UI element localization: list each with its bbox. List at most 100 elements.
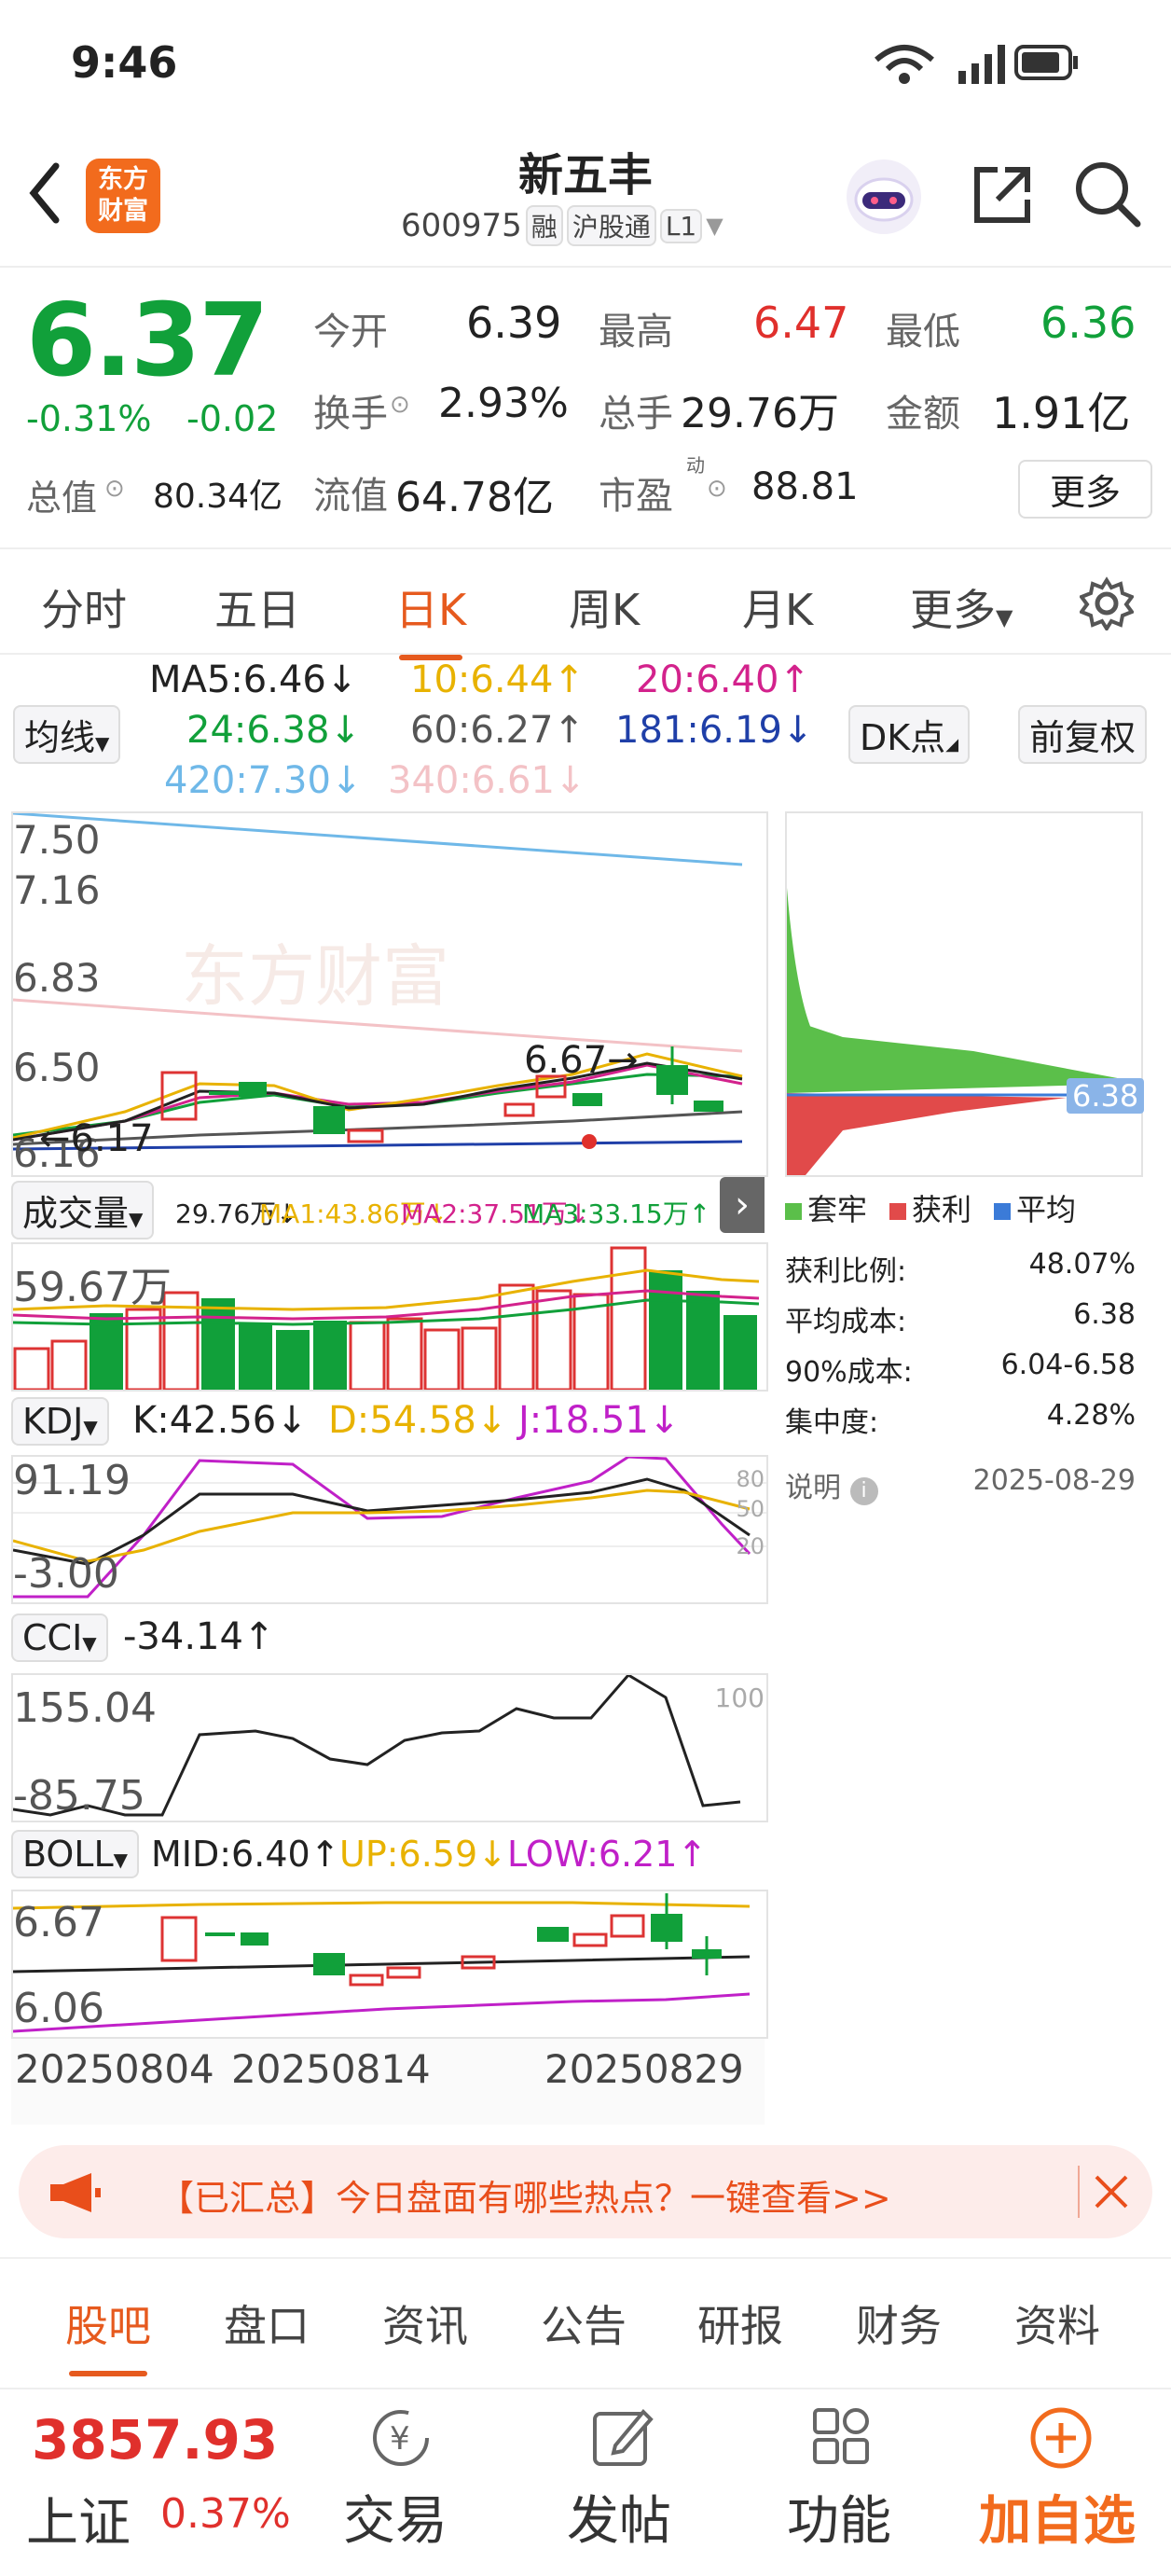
tab-daily-k[interactable]: 日K bbox=[395, 576, 466, 660]
signal-icon bbox=[958, 45, 1005, 84]
back-icon[interactable] bbox=[26, 160, 63, 226]
cci-value: -34.14↑ bbox=[123, 1615, 275, 1658]
chip-value: 4.28% bbox=[1046, 1399, 1136, 1432]
change-amount: -0.02 bbox=[186, 398, 279, 439]
cci-legend: CCI▼ -34.14↑ bbox=[11, 1610, 765, 1666]
y-label: 7.50 bbox=[13, 817, 101, 863]
index-value[interactable]: 3857.93 bbox=[32, 2408, 278, 2472]
legend-swatch-trapped bbox=[785, 1203, 802, 1220]
chevron-down-icon: ▼ bbox=[996, 604, 1013, 630]
info-icon[interactable]: ⊙ bbox=[707, 475, 727, 503]
kdj-d: D:54.58↓ bbox=[328, 1399, 508, 1442]
mktcap-label: 总值 bbox=[26, 478, 98, 519]
add-watchlist-button[interactable]: 加自选 bbox=[979, 2479, 1136, 2555]
indicator-selector-boll[interactable]: BOLL▼ bbox=[11, 1830, 140, 1878]
bottom-bar: 3857.93 上证 0.37% ¥ 交易 发帖 功能 加自选 bbox=[0, 2388, 1171, 2576]
tab-financials[interactable]: 财务 bbox=[856, 2292, 942, 2354]
tag-connect: 沪股通 bbox=[566, 205, 656, 246]
volume-label: 总手 bbox=[599, 393, 673, 436]
stock-code: 600975 bbox=[401, 207, 522, 244]
tab-five-day[interactable]: 五日 bbox=[214, 576, 300, 638]
ma24-value: 24:6.38↓ bbox=[186, 709, 361, 752]
tab-weekly-k[interactable]: 周K bbox=[569, 576, 640, 638]
indicator-selector-ma[interactable]: 均线▼ bbox=[13, 705, 121, 764]
status-bar: 9:46 bbox=[0, 0, 1171, 112]
kdj-tick: 50 bbox=[736, 1496, 765, 1522]
chip-distribution[interactable]: 6.38 bbox=[785, 811, 1145, 1177]
divider bbox=[1078, 2166, 1080, 2218]
ma420-value: 420:7.30↓ bbox=[164, 759, 363, 802]
volume-value: 29.76万 bbox=[681, 390, 839, 437]
tab-announcements[interactable]: 公告 bbox=[541, 2292, 627, 2354]
open-value: 6.39 bbox=[466, 298, 562, 348]
tab-profile[interactable]: 资料 bbox=[1014, 2292, 1100, 2354]
close-icon[interactable] bbox=[1093, 2173, 1130, 2210]
watermark: 东方财富 bbox=[181, 937, 449, 1016]
svg-text:¥: ¥ bbox=[390, 2420, 410, 2458]
pe-dynamic-mark: 动 bbox=[686, 454, 705, 477]
adjust-button[interactable]: 前复权 bbox=[1018, 705, 1148, 764]
chip-note[interactable]: 说明 i bbox=[785, 1464, 878, 1505]
robot-assistant-icon[interactable] bbox=[844, 157, 924, 237]
indicator-selector-volume[interactable]: 成交量▼ bbox=[11, 1181, 155, 1240]
tab-intraday[interactable]: 分时 bbox=[41, 576, 127, 638]
tab-news[interactable]: 资讯 bbox=[382, 2292, 468, 2354]
turnover-value: 2.93% bbox=[438, 380, 569, 427]
tab-more[interactable]: 更多▼ bbox=[910, 576, 1013, 638]
boll-chart[interactable]: 6.67 6.06 bbox=[11, 1890, 768, 2039]
date-label: 20250814 bbox=[231, 2046, 431, 2092]
status-icons bbox=[875, 45, 1078, 84]
chip-label: 集中度: bbox=[785, 1406, 879, 1439]
chip-label: 平均成本: bbox=[785, 1306, 907, 1338]
battery-icon bbox=[1014, 45, 1078, 80]
trade-button[interactable]: 交易 bbox=[343, 2479, 448, 2555]
index-name[interactable]: 上证 bbox=[26, 2481, 131, 2556]
kdj-chart[interactable]: 91.19 -3.00 80 50 20 bbox=[11, 1455, 768, 1604]
kdj-tick: 20 bbox=[736, 1533, 765, 1559]
ma-legend: 均线▼ MA5:6.46↓ 10:6.44↑ 20:6.40↑ 24:6.38↓… bbox=[0, 653, 1171, 811]
indicator-selector-kdj[interactable]: KDJ▼ bbox=[11, 1397, 109, 1446]
boll-legend: BOLL▼ MID:6.40↑ UP:6.59↓ LOW:6.21↑ bbox=[11, 1826, 765, 1882]
chip-price-tag: 6.38 bbox=[1067, 1078, 1145, 1114]
share-icon[interactable] bbox=[970, 162, 1035, 228]
ma5-value: MA5:6.46↓ bbox=[149, 658, 358, 701]
signal-dot bbox=[582, 1134, 597, 1149]
amount-value: 1.91亿 bbox=[992, 388, 1131, 438]
mktcap-value: 80.34亿 bbox=[153, 478, 283, 516]
cci-y-max: 155.04 bbox=[13, 1684, 157, 1732]
open-label: 今开 bbox=[313, 311, 388, 353]
post-button[interactable]: 发帖 bbox=[567, 2479, 671, 2555]
info-icon[interactable]: ⊙ bbox=[390, 391, 410, 419]
info-icon[interactable]: ⊙ bbox=[104, 475, 125, 503]
kdj-legend: KDJ▼ K:42.56↓ D:54.58↓ J:18.51↓ bbox=[11, 1393, 765, 1449]
tab-orderbook[interactable]: 盘口 bbox=[224, 2292, 310, 2354]
tab-forum[interactable]: 股吧 bbox=[65, 2292, 151, 2376]
kline-chart[interactable]: 东方财富 7.50 7.16 6.83 6.50 6.16 6.67→ ←6.1… bbox=[11, 811, 768, 1177]
pe-value: 88.81 bbox=[751, 465, 859, 508]
boll-svg bbox=[12, 1893, 751, 2033]
divider bbox=[0, 2257, 1171, 2259]
chip-label: 90%成本: bbox=[785, 1356, 913, 1389]
amount-label: 金额 bbox=[886, 393, 960, 436]
indicator-selector-cci[interactable]: CCI▼ bbox=[11, 1613, 108, 1662]
kdj-tick: 80 bbox=[736, 1466, 765, 1492]
more-quote-button[interactable]: 更多 bbox=[1018, 460, 1152, 519]
cci-chart[interactable]: 155.04 -85.75 100 bbox=[11, 1673, 768, 1822]
settings-icon[interactable] bbox=[1080, 576, 1134, 630]
search-icon[interactable] bbox=[1072, 159, 1143, 229]
chip-legend: 套牢 获利 平均 bbox=[785, 1186, 1076, 1229]
tag-margin: 融 bbox=[525, 205, 563, 246]
chevron-right-icon[interactable]: › bbox=[720, 1177, 765, 1233]
legend-swatch-profit bbox=[889, 1203, 907, 1220]
ma60-value: 60:6.27↑ bbox=[410, 709, 585, 752]
chip-value: 48.07% bbox=[1028, 1248, 1136, 1281]
function-button[interactable]: 功能 bbox=[787, 2479, 891, 2555]
tab-monthly-k[interactable]: 月K bbox=[742, 576, 813, 638]
volume-chart[interactable]: 59.67万 bbox=[11, 1242, 768, 1392]
hot-topic-banner[interactable]: 【已汇总】今日盘面有哪些热点？一键查看>> bbox=[19, 2145, 1152, 2238]
app-logo[interactable]: 东方 财富 bbox=[86, 159, 160, 233]
dk-point-button[interactable]: DK点◢ bbox=[848, 705, 971, 764]
chip-stats: 套牢 获利 平均 获利比例: 48.07% 平均成本: 6.38 90%成本: … bbox=[785, 1183, 1149, 1509]
y-label: 6.83 bbox=[13, 955, 101, 1001]
tab-research[interactable]: 研报 bbox=[697, 2292, 783, 2354]
